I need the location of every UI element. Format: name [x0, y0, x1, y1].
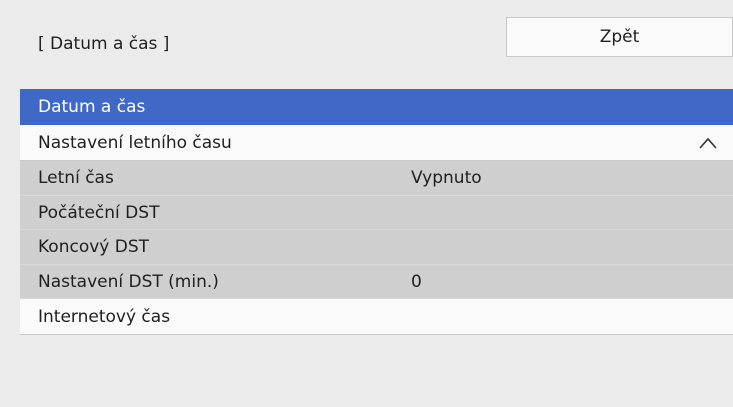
header: [ Datum a čas ] Zpět — [20, 17, 733, 75]
menu-item-label: Letní čas — [38, 168, 114, 188]
chevron-up-icon[interactable] — [699, 137, 717, 149]
menu-item-label: Počáteční DST — [38, 202, 160, 223]
back-button[interactable]: Zpět — [506, 17, 733, 57]
menu-item-label: Nastavení DST (min.) — [38, 271, 219, 292]
menu-item-dst-settings[interactable]: Nastavení letního času — [20, 125, 733, 161]
breadcrumb: [ Datum a čas ] — [38, 34, 170, 54]
menu-item-date-time[interactable]: Datum a čas — [20, 89, 733, 125]
menu-item-value: Vypnuto — [411, 168, 482, 188]
settings-screen: [ Datum a čas ] Zpět Datum a čas Nastave… — [0, 0, 733, 407]
menu-item-dst-start[interactable]: Počáteční DST — [20, 195, 733, 230]
menu-item-label: Datum a čas — [38, 97, 146, 117]
menu-item-dst-end[interactable]: Koncový DST — [20, 230, 733, 265]
settings-menu: Datum a čas Nastavení letního času Letní… — [20, 89, 733, 335]
menu-item-label: Nastavení letního času — [38, 133, 232, 153]
menu-item-label: Koncový DST — [38, 237, 150, 257]
menu-item-label: Internetový čas — [38, 307, 171, 327]
menu-item-internet-time[interactable]: Internetový čas — [20, 299, 733, 335]
menu-item-summer-time[interactable]: Letní čas Vypnuto — [20, 161, 733, 196]
menu-item-dst-offset[interactable]: Nastavení DST (min.) 0 — [20, 264, 733, 299]
menu-item-value: 0 — [411, 271, 422, 292]
